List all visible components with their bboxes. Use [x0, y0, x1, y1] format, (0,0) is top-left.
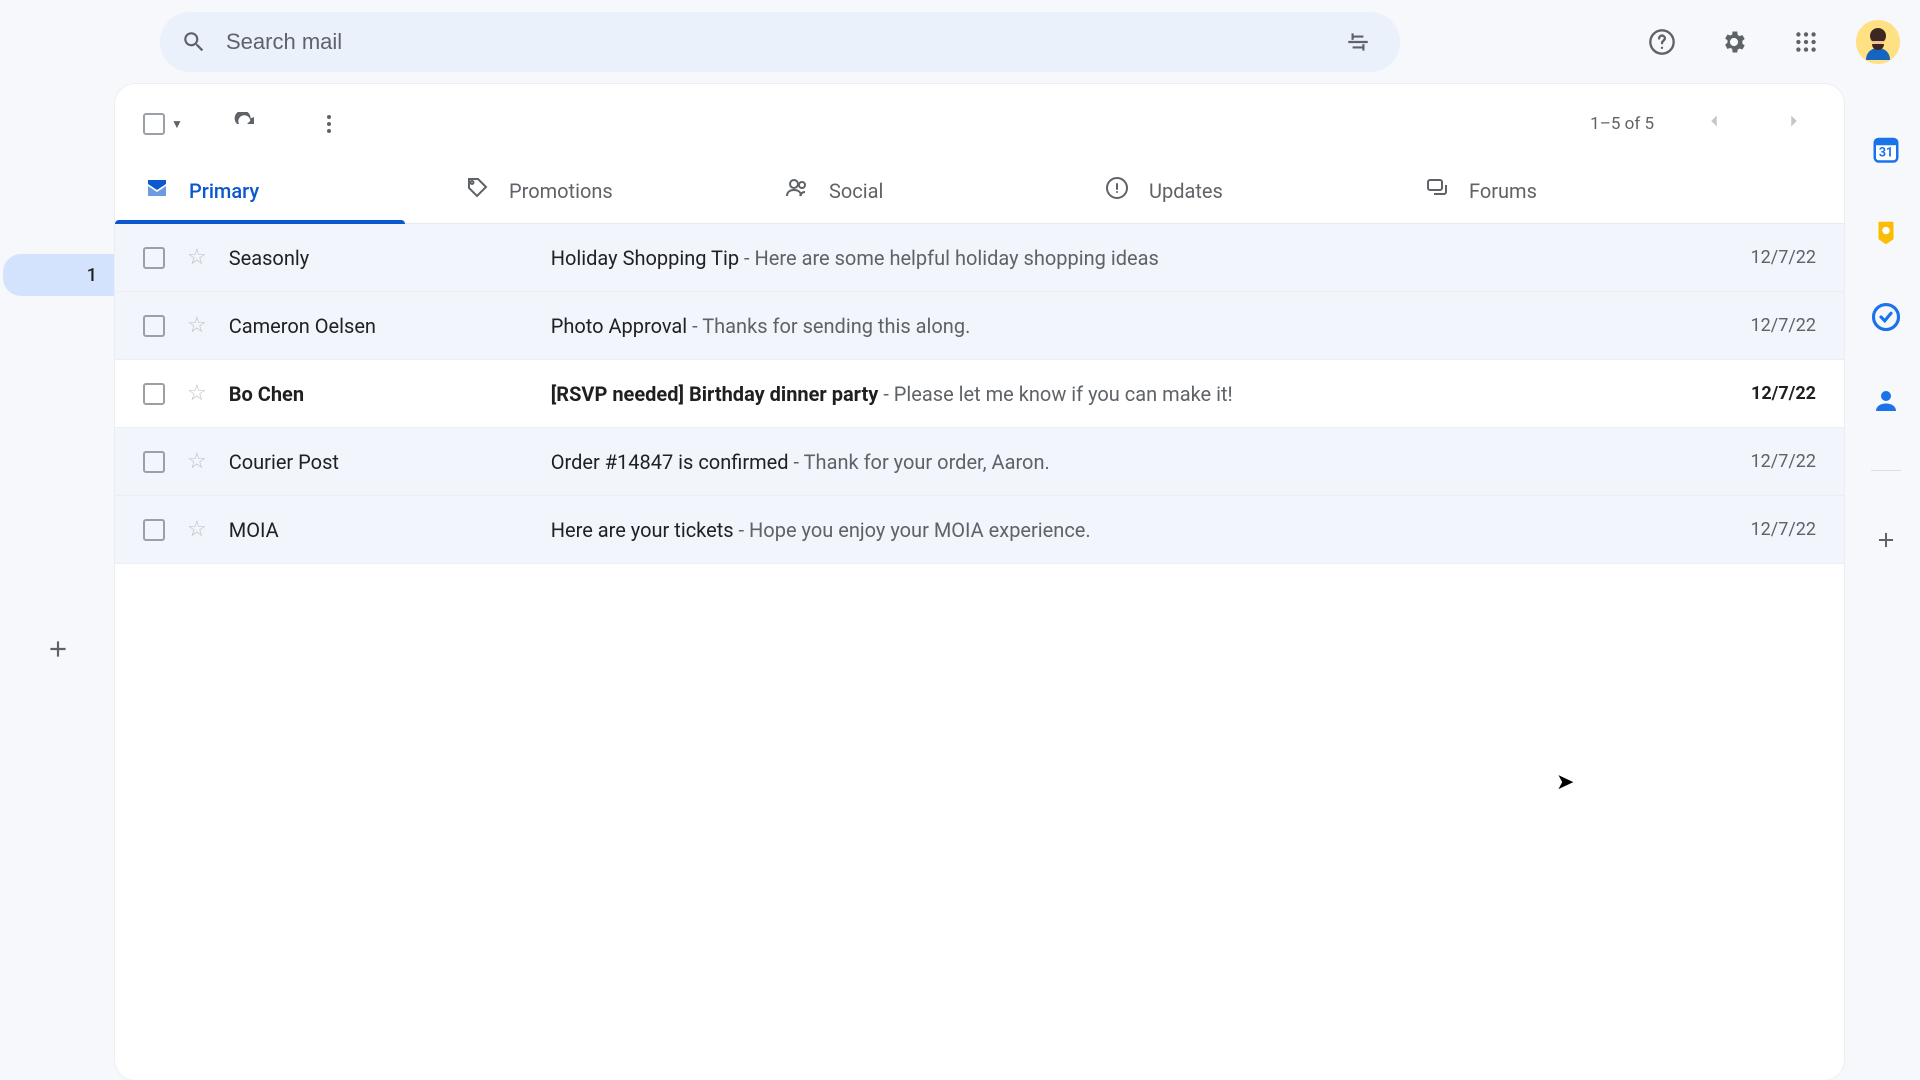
star-icon[interactable]: ☆	[187, 313, 207, 338]
row-checkbox[interactable]	[143, 383, 165, 405]
tab-label: Updates	[1149, 179, 1223, 203]
star-icon[interactable]: ☆	[187, 381, 207, 406]
snippet: - Hope you enjoy your MOIA experience.	[739, 518, 1091, 542]
tab-promotions[interactable]: Promotions	[435, 156, 755, 223]
promotions-icon	[465, 176, 489, 205]
subject: Photo Approval	[551, 314, 687, 338]
prev-page-button[interactable]	[1694, 110, 1734, 138]
mail-row[interactable]: ☆ Courier Post Order #14847 is confirmed…	[115, 428, 1844, 496]
main-row: 1 ▼ 1–5 of 5	[0, 84, 1920, 1080]
topbar-actions	[1640, 20, 1900, 64]
subject: Here are your tickets	[551, 518, 734, 542]
row-checkbox[interactable]	[143, 247, 165, 269]
side-app-calendar[interactable]: 31	[1871, 134, 1901, 164]
sender: Bo Chen	[229, 382, 529, 406]
sender: Seasonly	[229, 246, 529, 270]
mail-row[interactable]: ☆ Cameron Oelsen Photo Approval - Thanks…	[115, 292, 1844, 360]
snippet: - Thank for your order, Aaron.	[794, 450, 1050, 474]
row-checkbox[interactable]	[143, 519, 165, 541]
right-side-panel: 31	[1852, 84, 1920, 1080]
next-page-button[interactable]	[1774, 110, 1814, 138]
star-icon[interactable]: ☆	[187, 517, 207, 542]
search-input[interactable]	[226, 29, 1318, 55]
get-addons-button[interactable]	[1871, 525, 1901, 555]
star-icon[interactable]: ☆	[187, 245, 207, 270]
content-panel: ▼ 1–5 of 5 Primary Promotions	[115, 84, 1844, 1080]
tab-label: Forums	[1469, 179, 1537, 203]
forums-icon	[1425, 176, 1449, 205]
subject: Order #14847 is confirmed	[551, 450, 789, 474]
updates-icon	[1105, 176, 1129, 205]
tab-primary[interactable]: Primary	[115, 156, 435, 223]
settings-icon[interactable]	[1712, 20, 1756, 64]
side-app-tasks[interactable]	[1871, 302, 1901, 332]
social-icon	[785, 176, 809, 205]
tab-social[interactable]: Social	[755, 156, 1075, 223]
tab-label: Primary	[189, 179, 259, 203]
search-area	[160, 12, 1400, 72]
checkbox-icon	[143, 113, 165, 135]
snippet: - Here are some helpful holiday shopping…	[744, 246, 1159, 270]
star-icon[interactable]: ☆	[187, 449, 207, 474]
account-avatar[interactable]	[1856, 20, 1900, 64]
more-actions-button[interactable]	[307, 102, 351, 146]
nav-inbox-chip[interactable]: 1	[3, 254, 115, 296]
date: 12/7/22	[1706, 519, 1816, 540]
svg-text:31: 31	[1879, 146, 1893, 161]
subject-line: Order #14847 is confirmed - Thank for yo…	[551, 450, 1684, 474]
subject-line: [RSVP needed] Birthday dinner party - Pl…	[551, 382, 1684, 406]
mail-list: ☆ Seasonly Holiday Shopping Tip - Here a…	[115, 224, 1844, 1080]
tab-updates[interactable]: Updates	[1075, 156, 1395, 223]
inbox-unread-count: 1	[87, 265, 97, 286]
date: 12/7/22	[1706, 451, 1816, 472]
sender: Cameron Oelsen	[229, 314, 529, 338]
chevron-down-icon: ▼	[171, 117, 183, 131]
date: 12/7/22	[1706, 247, 1816, 268]
snippet: - Please let me know if you can make it!	[883, 382, 1232, 406]
side-app-keep[interactable]	[1871, 218, 1901, 248]
snippet: - Thanks for sending this along.	[692, 314, 970, 338]
left-rail: 1	[0, 84, 115, 1080]
search-icon[interactable]	[180, 28, 208, 56]
select-all-checkbox[interactable]: ▼	[143, 113, 183, 135]
sender: MOIA	[229, 518, 529, 542]
primary-icon	[145, 176, 169, 205]
pager-text: 1–5 of 5	[1590, 114, 1654, 134]
date: 12/7/22	[1706, 315, 1816, 336]
tab-label: Social	[829, 179, 883, 203]
mail-row[interactable]: ☆ Seasonly Holiday Shopping Tip - Here a…	[115, 224, 1844, 292]
mail-row[interactable]: ☆ MOIA Here are your tickets - Hope you …	[115, 496, 1844, 564]
side-panel-divider	[1871, 470, 1901, 471]
subject-line: Here are your tickets - Hope you enjoy y…	[551, 518, 1684, 542]
list-toolbar: ▼ 1–5 of 5	[115, 84, 1844, 156]
apps-grid-icon[interactable]	[1784, 20, 1828, 64]
side-app-contacts[interactable]	[1871, 386, 1901, 416]
topbar	[0, 0, 1920, 84]
subject: Holiday Shopping Tip	[551, 246, 739, 270]
tab-forums[interactable]: Forums	[1395, 156, 1715, 223]
row-checkbox[interactable]	[143, 451, 165, 473]
subject: [RSVP needed] Birthday dinner party	[551, 382, 879, 406]
row-checkbox[interactable]	[143, 315, 165, 337]
tab-label: Promotions	[509, 179, 613, 203]
subject-line: Holiday Shopping Tip - Here are some hel…	[551, 246, 1684, 270]
search-options-icon[interactable]	[1336, 20, 1380, 64]
category-tabs: Primary Promotions Social Updates Forums	[115, 156, 1844, 224]
new-label-button[interactable]	[45, 636, 71, 669]
subject-line: Photo Approval - Thanks for sending this…	[551, 314, 1684, 338]
refresh-button[interactable]	[223, 102, 267, 146]
date: 12/7/22	[1706, 383, 1816, 404]
sender: Courier Post	[229, 450, 529, 474]
help-icon[interactable]	[1640, 20, 1684, 64]
search-box[interactable]	[160, 12, 1400, 72]
mail-row[interactable]: ☆ Bo Chen [RSVP needed] Birthday dinner …	[115, 360, 1844, 428]
